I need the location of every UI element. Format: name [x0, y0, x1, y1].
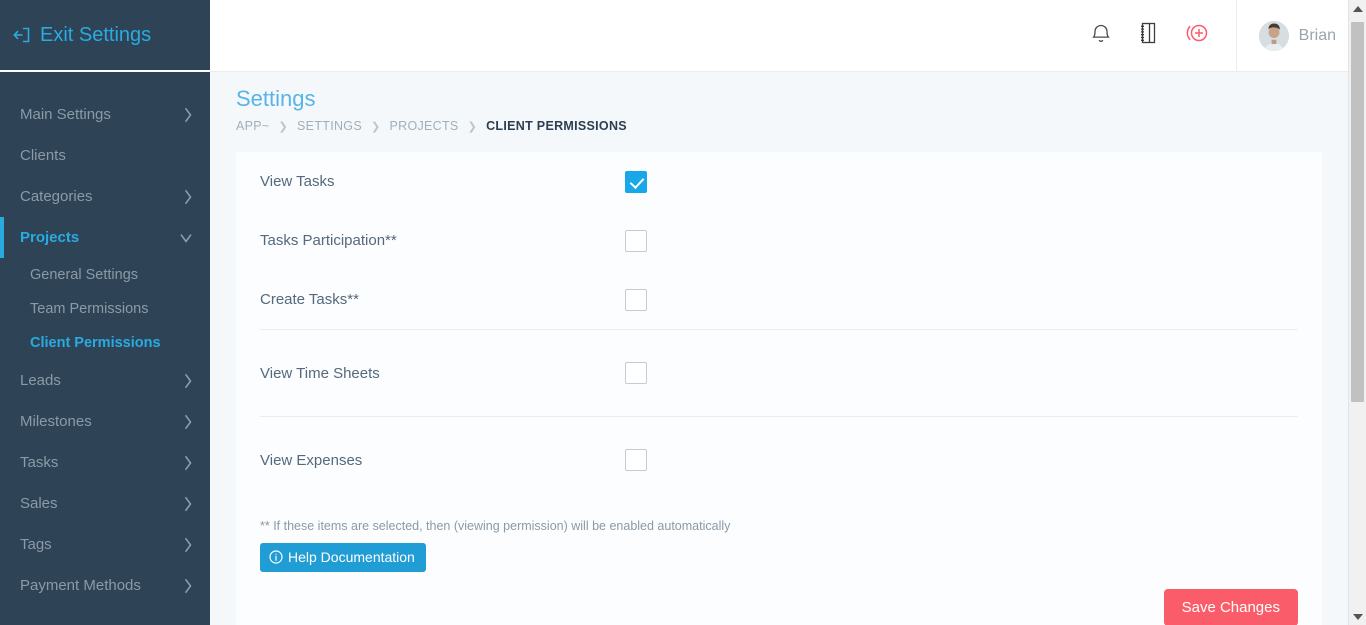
- sidebar-item-label: Tasks: [20, 454, 59, 471]
- permission-checkbox[interactable]: [625, 229, 647, 252]
- breadcrumb-item[interactable]: APP~: [236, 119, 270, 133]
- user-name: Brian: [1298, 26, 1336, 44]
- sidebar-item-label: Sales: [20, 495, 58, 512]
- chevron-right-icon: [184, 188, 192, 204]
- sidebar-item-label: General Settings: [30, 267, 139, 283]
- sidebar-item-label: Main Settings: [20, 106, 111, 123]
- permission-row: View Tasks: [260, 152, 1298, 211]
- permissions-group-expenses: View Expenses: [260, 417, 1298, 503]
- permission-checkbox[interactable]: [625, 288, 647, 311]
- sidebar-item-categories[interactable]: Categories: [0, 176, 210, 217]
- sidebar-item-main-settings[interactable]: Main Settings: [0, 94, 210, 135]
- permission-row: View Expenses: [260, 417, 1298, 503]
- permission-checkbox[interactable]: [625, 362, 647, 384]
- permission-row: Tasks Participation**: [260, 211, 1298, 270]
- sidebar-item-team-permissions[interactable]: Team Permissions: [0, 292, 210, 326]
- exit-icon: [12, 25, 32, 45]
- sidebar-item-label: Client Permissions: [30, 335, 161, 351]
- breadcrumb-item[interactable]: SETTINGS: [297, 119, 362, 133]
- info-icon: [269, 550, 283, 564]
- save-changes-button[interactable]: Save Changes: [1163, 589, 1298, 625]
- breadcrumb-separator-icon: ❯: [467, 120, 478, 133]
- topbar-icon-group: [1090, 21, 1236, 50]
- bell-icon[interactable]: [1090, 22, 1112, 50]
- sidebar-item-label: Milestones: [20, 413, 92, 430]
- permission-checkbox[interactable]: [625, 170, 647, 193]
- sidebar-item-label: Categories: [20, 188, 93, 205]
- page-title: Settings: [236, 86, 316, 111]
- permission-row: View Time Sheets: [260, 330, 1298, 416]
- sidebar-item-label: Payment Methods: [20, 577, 141, 594]
- permission-label: Tasks Participation**: [260, 232, 397, 249]
- sidebar-item-label: Clients: [20, 147, 66, 164]
- chevron-down-icon: [180, 232, 192, 243]
- breadcrumb: APP~ ❯ SETTINGS ❯ PROJECTS ❯ CLIENT PERMISSION…: [210, 112, 1358, 133]
- breadcrumb-item[interactable]: PROJECTS: [389, 119, 458, 133]
- chevron-right-icon: [184, 577, 192, 593]
- permissions-group-timesheets: View Time Sheets: [260, 330, 1298, 416]
- sidebar-item-label: Projects: [20, 229, 80, 246]
- sidebar-header: Exit Settings: [0, 0, 210, 72]
- sidebar-item-projects[interactable]: Projects: [0, 217, 210, 258]
- user-menu[interactable]: Brian: [1235, 0, 1358, 72]
- permissions-group-tasks: View Tasks Tasks Participation** Create Ta…: [260, 152, 1298, 329]
- avatar: [1258, 20, 1289, 51]
- permission-label: View Expenses: [260, 451, 363, 469]
- breadcrumb-separator-icon: ❯: [278, 120, 289, 133]
- sidebar-item-milestones[interactable]: Milestones: [0, 401, 210, 442]
- main-content: Settings APP~ ❯ SETTINGS ❯ PROJECTS ❯ CLIENT P…: [210, 72, 1358, 625]
- sidebar-item-label: Team Permissions: [30, 301, 149, 317]
- sidebar-item-sales[interactable]: Sales: [0, 483, 210, 524]
- sidebar-item-label: Leads: [20, 372, 61, 389]
- permission-label: View Tasks: [260, 173, 335, 190]
- add-circle-icon[interactable]: [1184, 21, 1210, 50]
- breadcrumb-item: CLIENT PERMISSIONS: [486, 119, 627, 133]
- sidebar-item-clients[interactable]: Clients: [0, 135, 210, 176]
- chevron-right-icon: [184, 372, 192, 388]
- sidebar-nav: Main Settings Clients Categories Projects Ge…: [0, 72, 210, 606]
- sidebar-item-general-settings[interactable]: General Settings: [0, 258, 210, 292]
- help-documentation-button[interactable]: Help Documentation: [260, 543, 426, 572]
- sidebar-item-client-permissions[interactable]: Client Permissions: [0, 326, 210, 360]
- scrollbar-thumb[interactable]: [1351, 22, 1364, 402]
- permission-label: View Time Sheets: [260, 364, 380, 382]
- notebook-icon[interactable]: [1138, 21, 1158, 50]
- chevron-right-icon: [184, 495, 192, 511]
- topbar: Brian: [210, 0, 1358, 72]
- exit-settings-label: Exit Settings: [40, 23, 152, 46]
- exit-settings-button[interactable]: Exit Settings: [12, 24, 151, 47]
- chevron-right-icon: [184, 536, 192, 552]
- sidebar-item-payment-methods[interactable]: Payment Methods: [0, 565, 210, 606]
- help-documentation-label: Help Documentation: [288, 549, 415, 565]
- permission-label: Create Tasks**: [260, 291, 359, 308]
- page-scrollbar[interactable]: [1348, 0, 1366, 625]
- breadcrumb-separator-icon: ❯: [370, 120, 381, 133]
- sidebar: Exit Settings Main Settings Clients Catego…: [0, 0, 210, 625]
- sidebar-item-tasks[interactable]: Tasks: [0, 442, 210, 483]
- chevron-right-icon: [184, 413, 192, 429]
- permissions-card: View Tasks Tasks Participation** Create Ta…: [236, 152, 1322, 625]
- settings-page: Exit Settings Main Settings Clients Catego…: [0, 0, 1366, 625]
- sidebar-item-leads[interactable]: Leads: [0, 360, 210, 401]
- sidebar-item-tags[interactable]: Tags: [0, 524, 210, 565]
- chevron-right-icon: [184, 454, 192, 470]
- sidebar-item-label: Tags: [20, 536, 52, 553]
- permission-row: Create Tasks**: [260, 270, 1298, 329]
- footnote: ** If these items are selected, then (vi…: [260, 519, 731, 533]
- chevron-right-icon: [184, 106, 192, 122]
- save-row: Save Changes: [260, 572, 1298, 625]
- scroll-down-arrow-icon[interactable]: [1349, 608, 1366, 625]
- permission-checkbox[interactable]: [625, 449, 647, 471]
- scroll-up-arrow-icon[interactable]: [1349, 0, 1366, 17]
